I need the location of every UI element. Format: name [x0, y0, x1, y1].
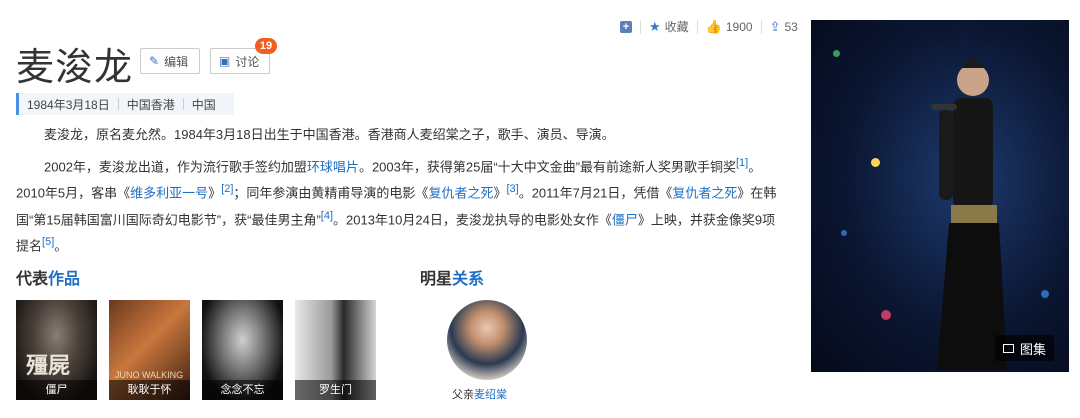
chat-icon: ▣: [219, 54, 231, 68]
performer-figure: [931, 56, 1007, 370]
work-card[interactable]: 念念不忘: [202, 300, 283, 400]
reference-4[interactable]: [4]: [321, 210, 333, 222]
work-title: 罗生门: [295, 380, 376, 400]
edit-button[interactable]: ✎ 编辑: [140, 48, 200, 74]
link-revenge-2[interactable]: 复仇者之死: [672, 186, 737, 201]
works-list: 殭屍 僵尸 JUNO WALKING 耿耿于怀 念念不忘 罗生门: [16, 300, 376, 400]
relation-avatar[interactable]: [447, 300, 527, 380]
work-title: 耿耿于怀: [109, 380, 190, 400]
discuss-count-badge: 19: [255, 38, 277, 54]
works-heading: 代表作品: [16, 265, 80, 289]
summary-paragraph: 麦浚龙，原名麦允然。1984年3月18日出生于中国香港。香港商人麦绍棠之子，歌手…: [44, 127, 615, 142]
gallery-icon: [1003, 343, 1014, 353]
divider: [760, 19, 762, 34]
like-count[interactable]: 1900: [726, 20, 753, 34]
star-icon[interactable]: ★: [649, 19, 661, 35]
birth-date: 1984年3月18日: [27, 97, 110, 112]
work-title: 念念不忘: [202, 380, 283, 400]
text: ；同年参演由黄精甫导演的电影《: [233, 185, 429, 201]
poster-title: 殭屍: [26, 353, 71, 379]
relation-heading: 明星关系: [420, 265, 484, 289]
text: 》: [493, 185, 507, 201]
reference-5[interactable]: [5]: [42, 236, 54, 248]
country: 中国: [191, 97, 216, 112]
work-card[interactable]: 罗生门: [295, 300, 376, 400]
relation-role: 父亲: [452, 389, 474, 401]
text: 。2013年10月24日，麦浚龙执导的电影处女作《: [333, 211, 612, 227]
work-card[interactable]: 殭屍 僵尸: [16, 300, 97, 400]
reference-3[interactable]: [3]: [506, 183, 518, 195]
heading-highlight: 关系: [452, 271, 485, 288]
link-revenge[interactable]: 复仇者之死: [428, 186, 493, 201]
divider: [640, 19, 641, 34]
thumbs-up-icon[interactable]: 👍: [706, 19, 722, 35]
stage-light: [841, 230, 847, 236]
career-paragraph: 2002年，麦浚龙出道，作为流行歌手签约加盟环球唱片。2003年，获得第25届“…: [16, 152, 781, 257]
text: 。2011年7月21日，凭借《: [518, 185, 673, 201]
text: 。: [54, 238, 68, 254]
share-icon[interactable]: ⇪: [770, 19, 781, 35]
relation-caption: 父亲麦绍棠: [452, 386, 507, 402]
pencil-icon: ✎: [149, 54, 160, 68]
share-count[interactable]: 53: [784, 20, 797, 34]
stage-light: [871, 158, 880, 167]
text: 》: [208, 185, 222, 201]
favorite-button[interactable]: 收藏: [665, 18, 689, 35]
divider: [696, 19, 698, 34]
relation-name[interactable]: 麦绍棠: [474, 389, 507, 401]
link-rigor-mortis[interactable]: 僵尸: [612, 212, 638, 227]
gallery-button[interactable]: 图集: [995, 335, 1055, 361]
work-card[interactable]: JUNO WALKING 耿耿于怀: [109, 300, 190, 400]
text: 2002年，麦浚龙出道，作为流行歌手签约加盟: [44, 159, 307, 175]
reference-2[interactable]: [2]: [221, 183, 233, 195]
work-title: 僵尸: [16, 380, 97, 400]
edit-label: 编辑: [164, 54, 189, 69]
stage-light: [833, 50, 840, 57]
birthplace: 中国香港: [126, 97, 175, 112]
profile-photo[interactable]: [811, 20, 1069, 372]
stage-light: [1041, 290, 1049, 298]
heading-prefix: 明星: [420, 271, 453, 288]
discuss-label: 讨论: [235, 54, 260, 69]
stage-light: [881, 310, 891, 320]
poster-title: JUNO WALKING: [115, 370, 184, 380]
reference-1[interactable]: [1]: [736, 157, 748, 169]
gallery-label: 图集: [1020, 341, 1047, 357]
heading-prefix: 代表: [16, 271, 49, 288]
link-victoria-one[interactable]: 维多利亚一号: [130, 186, 208, 201]
basic-info-bar: 1984年3月18日 中国香港 中国: [16, 93, 234, 115]
link-universal-music[interactable]: 环球唱片: [307, 159, 359, 174]
add-icon[interactable]: +: [620, 20, 632, 33]
text: 。2003年，获得第25届“十大中文金曲”最有前途新人奖男歌手铜奖: [358, 159, 736, 175]
article-toolbar: + ★ 收藏 👍 1900 ⇪ 53: [620, 18, 798, 35]
heading-highlight: 作品: [48, 271, 81, 288]
page-title: 麦浚龙: [16, 45, 134, 89]
